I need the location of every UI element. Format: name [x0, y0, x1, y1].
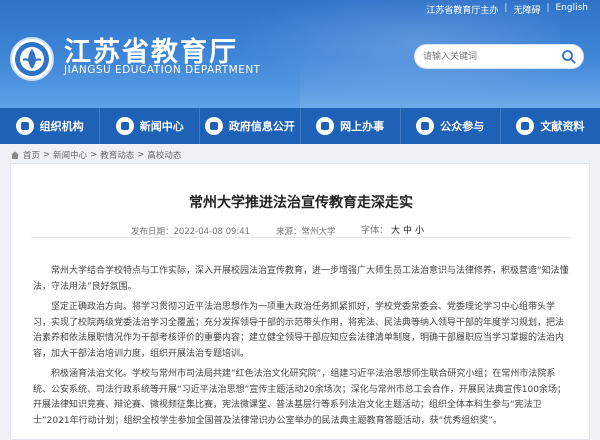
people-icon — [416, 117, 435, 135]
home-icon — [11, 151, 19, 159]
font-size-large[interactable]: 大 — [391, 223, 400, 236]
breadcrumb-separator: > — [90, 150, 98, 160]
font-size-label: 字体： — [361, 226, 389, 236]
site-header: 江苏省教育厅主办 | 无障碍 | English 江苏省教育厅 JIANGSU … — [0, 0, 600, 108]
article-title: 常州大学推进法治宣传教育走深走实 — [189, 195, 413, 211]
site-logo[interactable] — [10, 37, 54, 81]
docs-icon — [516, 117, 535, 135]
nav-item-label: 组织机构 — [39, 120, 84, 133]
font-size-switcher: 字体： 大 中 小 — [361, 223, 424, 236]
news-icon — [115, 117, 134, 135]
article-paragraph: 常州大学结合学校特点与工作实际，深入开展校园法治宣传教育，进一步增强广大师生员工… — [33, 266, 569, 292]
breadcrumb-separator: > — [137, 150, 145, 160]
top-link-host[interactable]: 江苏省教育厅主办 — [426, 3, 498, 16]
breadcrumb-education-news[interactable]: 教育动态 — [100, 149, 134, 161]
breadcrumb: 首页 > 新闻中心 > 教育动态 > 高校动态 — [10, 149, 181, 161]
font-size-small[interactable]: 小 — [415, 223, 424, 236]
site-subtitle: JIANGSU EDUCATION DEPARTMENT — [64, 64, 261, 76]
article-source: 来源：常州大学 — [276, 227, 336, 237]
breadcrumb-university-news[interactable]: 高校动态 — [147, 149, 181, 161]
nav-item-label: 新闻中心 — [139, 120, 184, 133]
nav-item-news[interactable]: 新闻中心 — [100, 108, 201, 144]
search-box — [414, 44, 584, 69]
separator: | — [504, 3, 508, 13]
org-icon — [15, 117, 34, 135]
separator: | — [546, 3, 550, 13]
service-icon — [316, 117, 335, 135]
nav-item-label: 政府信息公开 — [228, 120, 295, 133]
font-size-medium[interactable]: 中 — [403, 223, 412, 236]
nav-item-info-disclosure[interactable]: 政府信息公开 — [200, 108, 301, 144]
breadcrumb-news-center[interactable]: 新闻中心 — [53, 149, 87, 161]
nav-item-public-participation[interactable]: 公众参与 — [401, 108, 501, 144]
article-body: 常州大学结合学校特点与工作实际，深入开展校园法治宣传教育，进一步增强广大师生员工… — [33, 264, 569, 434]
nav-item-online-service[interactable]: 网上办事 — [301, 108, 401, 144]
nav-item-organization[interactable]: 组织机构 — [0, 108, 101, 144]
info-icon — [204, 117, 223, 135]
main-nav: 组织机构 新闻中心 政府信息公开 网上办事 公众参与 文献资料 — [0, 108, 600, 144]
nav-item-label: 文献资料 — [540, 120, 585, 133]
search-icon[interactable] — [561, 49, 577, 65]
breadcrumb-home[interactable]: 首页 — [23, 149, 40, 161]
divider — [31, 237, 571, 238]
breadcrumb-separator: > — [43, 150, 51, 160]
search-input[interactable] — [423, 49, 558, 65]
top-link-accessibility[interactable]: 无障碍 — [513, 3, 540, 16]
article-card: 常州大学推进法治宣传教育走深走实 发布日期：2022-04-08 09:41 来… — [10, 163, 590, 440]
top-links: 江苏省教育厅主办 | 无障碍 | English — [426, 3, 588, 16]
top-link-english[interactable]: English — [556, 3, 589, 16]
article-meta: 发布日期：2022-04-08 09:41 来源：常州大学 字体： 大 中 小 — [31, 224, 571, 242]
article-paragraph: 积极涵育法治文化。学校与常州市司法局共建“红色法治文化研究院”，组建习近平法治思… — [33, 369, 566, 426]
nav-item-label: 公众参与 — [440, 120, 485, 133]
logo-emblem-icon — [15, 42, 49, 76]
nav-item-label: 网上办事 — [340, 120, 385, 133]
article-paragraph: 坚定正确政治方向。将学习贯彻习近平法治思想作为一项重大政治任务抓紧抓好，学校党委… — [33, 302, 565, 359]
nav-item-documents[interactable]: 文献资料 — [501, 108, 600, 144]
publish-date: 发布日期：2022-04-08 09:41 — [131, 227, 251, 237]
